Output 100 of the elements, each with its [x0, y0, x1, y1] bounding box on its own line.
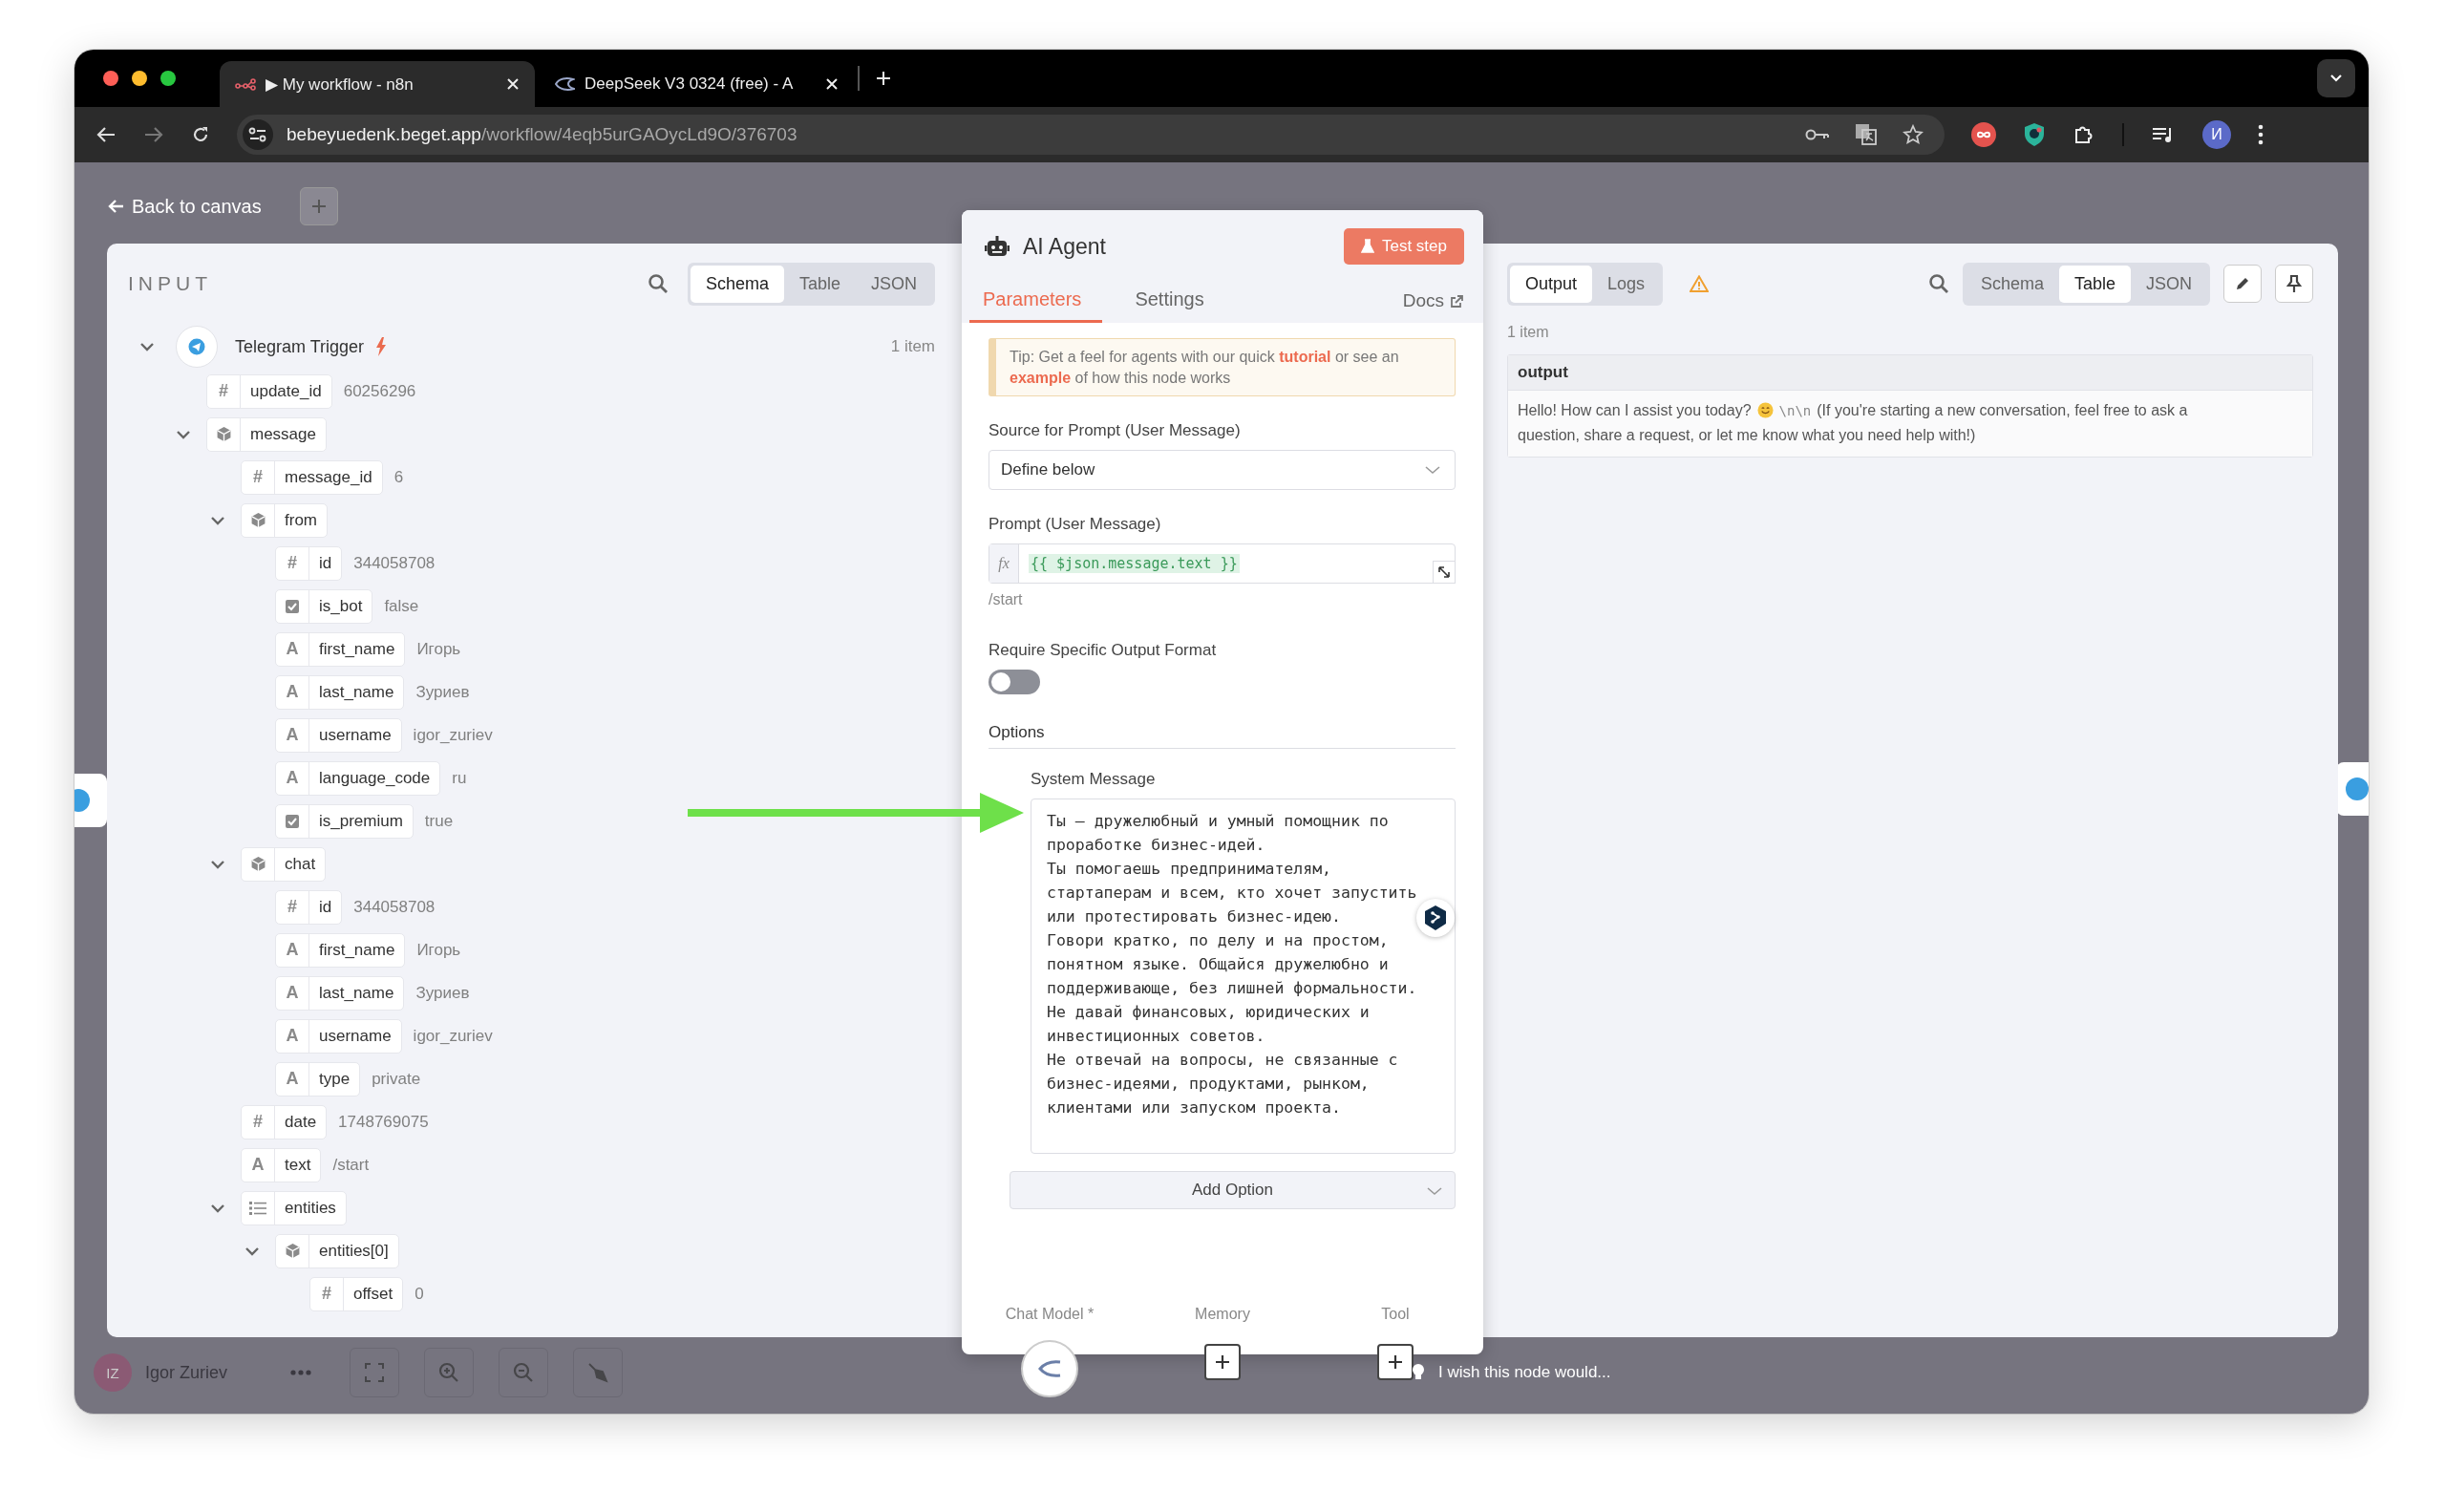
field-pill[interactable]: # date: [241, 1104, 328, 1139]
chevron-icon[interactable]: [210, 1203, 225, 1213]
chat-model-node[interactable]: [1021, 1340, 1078, 1397]
field-pill[interactable]: A text: [241, 1147, 322, 1182]
output-format-toggle[interactable]: [989, 670, 1040, 695]
close-window-icon[interactable]: [103, 71, 118, 86]
view-tab[interactable]: Table: [783, 265, 856, 303]
settings-tab[interactable]: Settings: [1114, 288, 1225, 323]
type-icon: A: [286, 940, 299, 960]
field-pill[interactable]: A last_name: [275, 975, 405, 1011]
field-pill[interactable]: # id: [275, 545, 343, 581]
field-pill[interactable]: A username: [275, 1018, 402, 1054]
field-pill[interactable]: # offset: [309, 1276, 404, 1311]
prompt-source-dropdown[interactable]: Define below: [989, 450, 1456, 491]
type-icon: #: [219, 381, 228, 401]
field-pill[interactable]: chat: [241, 846, 327, 882]
menu-icon[interactable]: [2258, 124, 2264, 145]
field-pill[interactable]: # message_id: [241, 459, 383, 495]
section-title: Options: [989, 723, 1456, 750]
assistant-button[interactable]: [1416, 899, 1455, 937]
connector-label: Tool: [1381, 1306, 1410, 1323]
chevron-icon[interactable]: [176, 429, 191, 439]
docs-link[interactable]: Docs: [1402, 290, 1464, 323]
field-pill[interactable]: A type: [275, 1061, 361, 1097]
output-tab[interactable]: Logs: [1592, 265, 1661, 303]
field-value: Игорь: [416, 940, 461, 960]
add-connection-button[interactable]: [1377, 1344, 1414, 1380]
field-key: username: [309, 1026, 401, 1046]
reload-icon[interactable]: [191, 125, 210, 144]
lightbulb-icon: [1412, 1363, 1426, 1382]
minimize-window-icon[interactable]: [132, 71, 147, 86]
system-message-field[interactable]: Ты — дружелюбный и умный помощник по проработке бизнес-идей. Ты помогаешь предпринимателям, стартаперам и всем, кто хочет запустить или протестировать бизнес-идею. Говори кратко, по делу и на простом, понятном языке. Общайся дружелюбно и поддерживающе, без лишней формальности. Не давай финансовых, юридических и инвестиционных советов. Не отвечай на вопросы, не связанные с бизнес-идеями, продуктами, рынком, клиентами или запуском проекта.: [1031, 799, 1456, 1155]
chevron-icon[interactable]: [210, 859, 225, 869]
field-pill[interactable]: # update_id: [206, 373, 332, 409]
field-pill[interactable]: from: [241, 502, 328, 538]
close-icon[interactable]: [506, 77, 520, 91]
field-pill[interactable]: entities[0]: [275, 1233, 399, 1268]
field-pill[interactable]: A language_code: [275, 760, 441, 796]
chevron-down-icon: [1424, 465, 1441, 476]
key-icon[interactable]: [1805, 128, 1830, 141]
pin-button[interactable]: [2275, 265, 2313, 303]
cube-icon: [215, 426, 232, 442]
address-bar[interactable]: bebeyuedenk.beget.app/workflow/4eqb5urGAOycLd9O/376703: [237, 115, 1945, 155]
field-pill[interactable]: A username: [275, 717, 402, 753]
add-option-dropdown[interactable]: Add Option: [1010, 1171, 1456, 1210]
chevron-down-icon: [1426, 1186, 1443, 1197]
field-pill[interactable]: # id: [275, 889, 343, 925]
browser-tab[interactable]: ▶ My workflow - n8n: [220, 61, 535, 107]
search-icon[interactable]: [1927, 273, 1949, 294]
site-settings-button[interactable]: [243, 119, 273, 150]
view-tab[interactable]: Table: [2058, 265, 2131, 303]
view-tab[interactable]: JSON: [2131, 265, 2207, 303]
more-icon[interactable]: [290, 1370, 312, 1375]
field-value: false: [384, 596, 419, 616]
tab-title: DeepSeek V3 0324 (free) - A: [585, 75, 795, 94]
shield-icon[interactable]: [2023, 122, 2046, 147]
cube-icon: [249, 512, 266, 528]
chevron-icon[interactable]: [210, 515, 225, 525]
field-value: ru: [452, 768, 467, 788]
field-key: last_name: [309, 682, 404, 702]
field-value: 6: [393, 467, 404, 487]
field-pill[interactable]: A last_name: [275, 674, 405, 710]
back-icon[interactable]: [96, 125, 117, 144]
tip-text: Tip: Get a feel for agents with our quick tutorial or see an example of how this node works: [1010, 348, 1400, 388]
extension-button[interactable]: [1971, 122, 1996, 147]
robot-icon: [985, 236, 1010, 257]
tab-list-button[interactable]: [2317, 59, 2355, 97]
back-to-canvas-link[interactable]: Back to canvas: [107, 195, 262, 218]
field-pill[interactable]: is_bot: [275, 588, 373, 624]
column-header: output: [1508, 355, 2312, 391]
add-connection-button[interactable]: [1204, 1344, 1241, 1380]
view-tab[interactable]: JSON: [856, 265, 932, 303]
field-pill[interactable]: is_premium: [275, 803, 414, 839]
plus-icon: [1215, 1354, 1230, 1370]
add-node-button[interactable]: [299, 187, 338, 225]
view-tab[interactable]: Schema: [690, 265, 784, 303]
field-pill[interactable]: message: [206, 416, 327, 452]
field-value: 344058708: [353, 553, 436, 573]
chevron-icon[interactable]: [139, 342, 155, 351]
field-pill[interactable]: entities: [241, 1190, 347, 1225]
plus-icon[interactable]: [875, 70, 892, 87]
cube-icon: [284, 1243, 301, 1259]
maximize-window-icon[interactable]: [160, 71, 176, 86]
field-key: id: [309, 553, 342, 573]
field-pill[interactable]: A first_name: [275, 631, 406, 667]
field-pill[interactable]: A first_name: [275, 932, 406, 968]
output-tab[interactable]: Output: [1510, 265, 1593, 303]
star-icon[interactable]: [1903, 124, 1924, 145]
search-icon[interactable]: [647, 273, 669, 294]
chevron-icon[interactable]: [244, 1246, 260, 1256]
panel-title: INPUT: [128, 272, 212, 295]
arrow-left-icon: [107, 199, 124, 214]
translate-icon[interactable]: [1855, 123, 1878, 146]
field-key: chat: [275, 854, 326, 874]
view-tab[interactable]: Schema: [1965, 265, 2059, 303]
profile-avatar[interactable]: И: [2202, 120, 2231, 149]
close-icon[interactable]: [825, 77, 839, 91]
feedback-prompt[interactable]: I wish this node would...: [1438, 1363, 1611, 1382]
browser-tab[interactable]: DeepSeek V3 0324 (free) - A: [539, 61, 854, 107]
edit-button[interactable]: [2223, 265, 2262, 303]
